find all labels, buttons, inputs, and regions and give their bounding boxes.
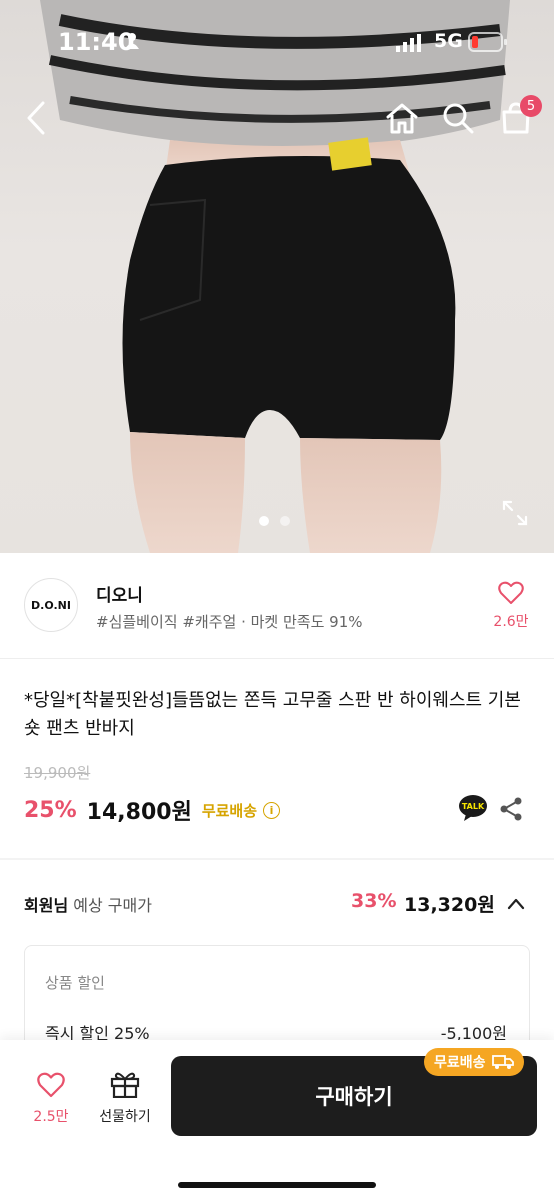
heart-icon xyxy=(37,1072,65,1098)
gallery-dot[interactable] xyxy=(280,516,290,526)
home-icon xyxy=(386,103,418,134)
info-icon[interactable]: i xyxy=(263,801,281,819)
seller-like-button[interactable]: 2.6만 xyxy=(490,581,532,631)
bottom-action-bar: 2.5만 선물하기 구매하기 무료배송 xyxy=(0,1040,554,1200)
member-price-row[interactable]: 회원님 예상 구매가 33% 13,320원 xyxy=(24,888,534,918)
signal-icon xyxy=(396,34,421,52)
status-bar: 11:40 5G xyxy=(0,26,554,60)
seller-like-count: 2.6만 xyxy=(493,614,529,630)
wish-count: 2.5만 xyxy=(33,1109,69,1125)
seller-logo[interactable]: D.O.NI xyxy=(24,578,78,632)
original-price: 19,900원 xyxy=(24,764,91,782)
svg-text:TALK: TALK xyxy=(462,802,485,811)
member-price-label: 회원님 예상 구매가 xyxy=(24,896,152,915)
seller-section[interactable]: D.O.NI 디오니 #심플베이직 #캐주얼 · 마켓 만족도 91% 2.6만 xyxy=(0,553,554,659)
chevron-up-icon[interactable] xyxy=(506,894,526,914)
expand-icon[interactable] xyxy=(502,500,528,526)
gallery-dot[interactable] xyxy=(259,516,269,526)
seller-name[interactable]: 디오니 xyxy=(96,581,143,606)
member-discount-rate: 33% xyxy=(351,890,397,912)
cart-count-badge: 5 xyxy=(520,95,542,117)
price-row: 25% 14,800원 무료배송 i xyxy=(24,794,281,826)
gallery-pagination xyxy=(259,516,290,526)
product-photo xyxy=(40,0,510,553)
product-title: *당일*[착붙핏완성]들뜸없는 쫀득 고무줄 스판 반 하이웨스트 기본 숏 팬… xyxy=(24,690,521,739)
back-button[interactable] xyxy=(18,96,54,140)
discount-rate: 25% xyxy=(24,797,77,823)
status-time: 11:40 xyxy=(58,28,135,56)
person-icon xyxy=(125,33,139,49)
truck-icon xyxy=(491,1055,514,1069)
battery-icon xyxy=(468,32,507,52)
kakao-talk-icon[interactable]: TALK xyxy=(458,794,488,822)
free-shipping-badge-label: 무료배송 xyxy=(434,1055,486,1071)
product-image-gallery[interactable]: 11:40 5G 5 xyxy=(0,0,554,553)
gift-label: 선물하기 xyxy=(99,1109,151,1125)
search-button[interactable] xyxy=(438,96,478,140)
chevron-left-icon xyxy=(27,101,45,135)
sale-price: 14,800원 xyxy=(86,800,192,825)
free-shipping-badge: 무료배송 xyxy=(424,1048,524,1076)
share-icon[interactable] xyxy=(498,796,524,822)
wish-button[interactable]: 2.5만 xyxy=(30,1072,72,1126)
seller-tags: #심플베이직 #캐주얼 · 마켓 만족도 91% xyxy=(96,613,363,631)
home-button[interactable] xyxy=(382,96,422,140)
gift-button[interactable]: 선물하기 xyxy=(92,1070,158,1126)
heart-icon xyxy=(498,581,524,604)
free-shipping-label: 무료배송 xyxy=(201,801,258,820)
discount-detail-header: 상품 할인 xyxy=(45,974,105,992)
section-divider xyxy=(0,858,554,860)
member-price: 13,320원 xyxy=(404,894,495,916)
search-icon xyxy=(443,103,474,134)
network-type: 5G xyxy=(434,30,463,52)
gift-icon xyxy=(110,1072,140,1099)
home-indicator xyxy=(178,1182,376,1188)
